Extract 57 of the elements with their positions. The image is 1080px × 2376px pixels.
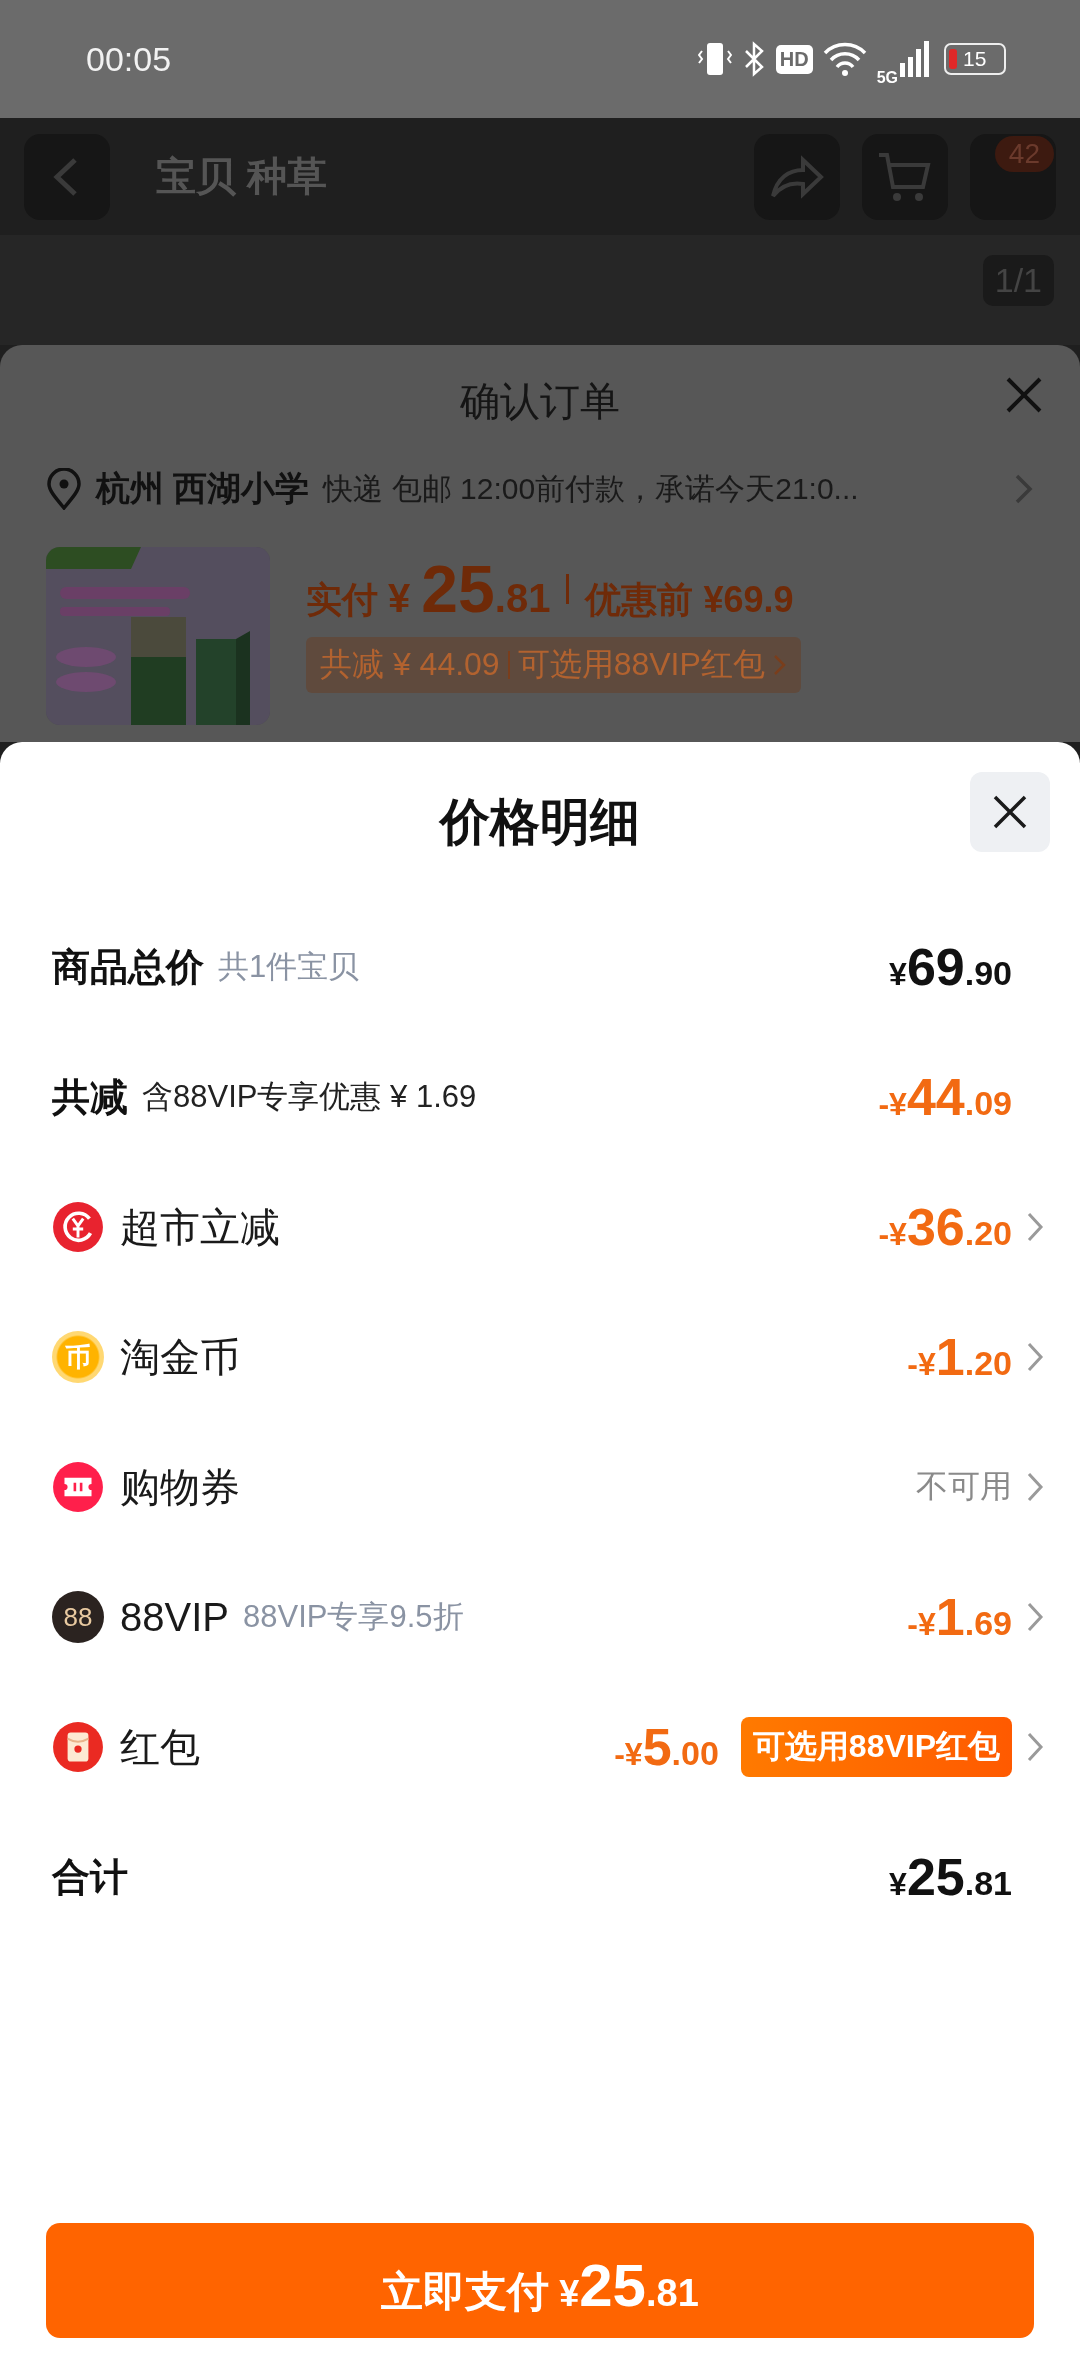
sheet-title: 确认订单 <box>460 377 620 425</box>
discount-chip[interactable]: 共减 ¥ 44.09 可选用88VIP红包 <box>306 637 801 693</box>
chevron-icon[interactable] <box>1026 1731 1044 1763</box>
chevron-icon <box>1014 473 1034 505</box>
address-row[interactable]: 杭州 西湖小学 快递 包邮 12:00前付款，承诺今天21:0... <box>46 457 1034 521</box>
row-note: 共1件宝贝 <box>218 948 360 986</box>
row-note: 含88VIP专享优惠 ¥ 1.69 <box>142 1078 477 1116</box>
chevron-icon[interactable] <box>1026 1211 1044 1243</box>
original-price: 优惠前 ¥69.9 <box>585 578 794 622</box>
paid-price: ¥ 25.81 <box>388 551 551 627</box>
close-button[interactable] <box>970 772 1050 852</box>
discount-total: 共减 ¥ 44.09 <box>320 645 500 684</box>
chevron-icon <box>772 653 787 677</box>
delivery-info: 快递 包邮 12:00前付款，承诺今天21:0... <box>323 470 859 507</box>
chevron-icon[interactable] <box>1026 1471 1044 1503</box>
row-amount: -¥1.20 <box>907 1327 1012 1387</box>
cart-button[interactable] <box>862 133 948 220</box>
vip-icon: 88 <box>52 1591 104 1643</box>
row-amount: ¥25.81 <box>889 1847 1012 1907</box>
coin-icon: 币 <box>52 1331 104 1383</box>
row-label: 88VIP <box>120 1594 229 1640</box>
sheet-title: 价格明细 <box>440 792 640 852</box>
paid-label: 实付 <box>306 578 378 622</box>
row-amount: -¥5.00 <box>614 1717 719 1777</box>
hd-badge: HD <box>775 44 813 74</box>
row-label: 购物券 <box>120 1463 240 1511</box>
row-label: 共减 <box>52 1074 128 1120</box>
close-icon[interactable] <box>1004 375 1044 415</box>
discount-icon <box>52 1201 104 1253</box>
address-place: 杭州 西湖小学 <box>96 468 310 509</box>
chip-action: 可选用88VIP红包 <box>517 645 765 684</box>
pay-button[interactable]: 立即支付 ¥25.81 <box>46 2223 1034 2338</box>
row-label: 淘金币 <box>120 1333 240 1381</box>
share-button[interactable] <box>754 133 840 220</box>
voucher-tag[interactable]: 可选用88VIP红包 <box>740 1717 1012 1777</box>
row-label: 超市立减 <box>120 1203 280 1251</box>
chevron-icon[interactable] <box>1026 1341 1044 1373</box>
row-label: 商品总价 <box>52 944 204 990</box>
row-status: 不可用 <box>916 1467 1012 1506</box>
close-icon <box>992 794 1028 830</box>
chevron-icon[interactable] <box>1026 1601 1044 1633</box>
status-time: 00:05 <box>86 39 172 79</box>
ticket-icon <box>52 1461 104 1513</box>
signal-icon <box>900 41 930 77</box>
battery-icon: 15 <box>944 43 1006 75</box>
envelope-icon <box>52 1721 104 1773</box>
row-amount: -¥1.69 <box>907 1587 1012 1647</box>
row-note: 88VIP专享9.5折 <box>242 1598 464 1636</box>
location-pin-icon <box>46 468 82 510</box>
back-button[interactable] <box>24 133 110 220</box>
row-label: 合计 <box>52 1854 128 1900</box>
row-amount: -¥44.09 <box>878 1067 1012 1127</box>
row-label: 红包 <box>120 1723 200 1771</box>
network-label: 5G <box>876 69 898 87</box>
row-amount: ¥69.90 <box>889 937 1012 997</box>
wifi-icon <box>822 41 867 77</box>
row-amount: -¥36.20 <box>878 1197 1012 1257</box>
